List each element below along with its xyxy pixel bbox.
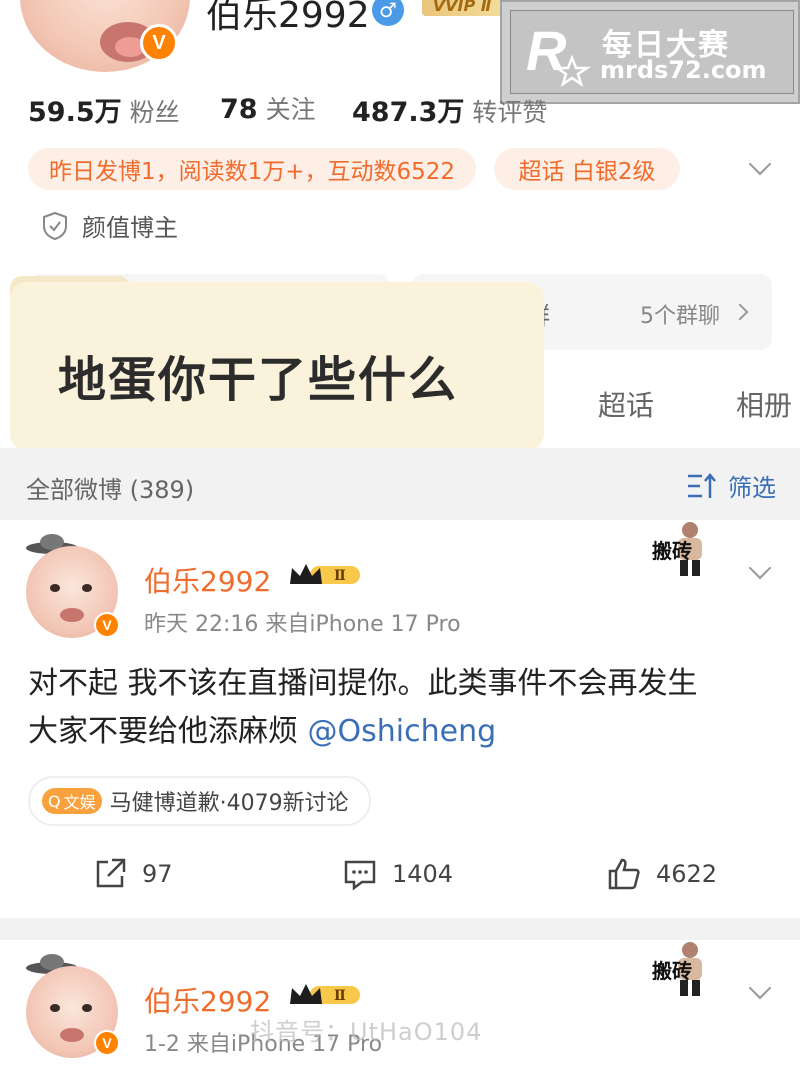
- rank-crown-icon: Ⅱ: [290, 564, 360, 584]
- filter-icon: [688, 472, 716, 498]
- profile-tag: 颜值博主: [42, 208, 178, 243]
- search-icon: Q: [48, 791, 61, 811]
- following-stat[interactable]: 78 关注: [220, 90, 316, 126]
- verified-icon: V: [94, 612, 120, 638]
- topic-category-label: 文娱: [63, 793, 96, 812]
- filter-button[interactable]: 筛选: [686, 468, 776, 503]
- faint-watermark: 抖音号：UtHaO104: [250, 1018, 483, 1046]
- like-button[interactable]: 4622: [606, 856, 717, 892]
- tag-label: 颜值博主: [82, 214, 178, 242]
- repost-button[interactable]: 97: [92, 856, 173, 892]
- verified-icon: V: [140, 24, 178, 62]
- post-author[interactable]: 伯乐2992: [144, 560, 271, 600]
- thumbs-up-icon: [608, 858, 640, 890]
- meme-sticker: 搬砖: [652, 522, 702, 576]
- male-icon: ♂: [372, 0, 404, 26]
- group-chat-count: 5个群聊: [640, 304, 720, 329]
- tab-album[interactable]: 相册: [736, 384, 792, 424]
- filter-label: 筛选: [728, 474, 776, 502]
- all-posts-label: 全部微博 (389): [26, 476, 195, 504]
- comment-count: 1404: [392, 860, 454, 888]
- sticker-caption: 地蛋你干了些什么: [58, 352, 459, 408]
- repost-count: 97: [142, 860, 173, 888]
- activity-pill[interactable]: 昨日发博1，阅读数1万+，互动数6522: [28, 148, 476, 190]
- post-menu-chevron-icon[interactable]: [748, 976, 772, 1000]
- tab-superchat[interactable]: 超话: [598, 384, 654, 424]
- fans-label: 粉丝: [129, 98, 180, 127]
- rank-label: Ⅱ: [334, 568, 346, 584]
- shield-check-icon: [43, 211, 67, 240]
- share-icon: [96, 858, 126, 888]
- rank-label: Ⅱ: [334, 988, 346, 1004]
- rank-crown-icon: Ⅱ: [290, 984, 360, 1004]
- topic-category-badge: Q 文娱: [42, 788, 102, 814]
- avatar-eye: [82, 584, 92, 592]
- meme-label: 搬砖: [652, 959, 692, 983]
- mention-link[interactable]: @Oshicheng: [308, 714, 497, 749]
- post-body: 对不起 我不该在直播间提你。此类事件不会再发生 大家不要给他添麻烦 @Oshic…: [28, 660, 768, 756]
- avatar-mouth: [60, 608, 84, 622]
- meme-sticker: 搬砖: [652, 942, 702, 996]
- interactions-label: 转评赞: [472, 98, 548, 127]
- profile-name: 伯乐2992: [206, 0, 370, 36]
- interactions-stat[interactable]: 487.3万 转评赞: [352, 90, 547, 129]
- post-meta: 昨天 22:16 来自iPhone 17 Pro: [144, 612, 461, 637]
- verified-icon: V: [94, 1030, 120, 1056]
- topic-chip[interactable]: Q 文娱 马健博道歉·4079新讨论: [28, 776, 371, 826]
- post-separator: [0, 918, 800, 940]
- expand-chevron-icon[interactable]: [748, 152, 772, 176]
- avatar-eye: [50, 584, 60, 592]
- fans-count: 59.5万: [28, 97, 122, 128]
- avatar-eye: [82, 1004, 92, 1012]
- watermark-url: mrds72.com: [600, 56, 767, 84]
- comment-button[interactable]: 1404: [342, 856, 453, 892]
- superchat-pill[interactable]: 超话 白银2级: [494, 148, 680, 190]
- post-text-line2: 大家不要给他添麻烦 @Oshicheng: [28, 708, 768, 756]
- vip-badge[interactable]: VVIP Ⅱ: [422, 0, 502, 16]
- post-menu-chevron-icon[interactable]: [748, 556, 772, 580]
- post-text-line1: 对不起 我不该在直播间提你。此类事件不会再发生: [28, 666, 698, 701]
- avatar-mouth: [60, 1028, 84, 1042]
- comment-icon: [344, 860, 376, 891]
- like-count: 4622: [656, 860, 718, 888]
- fans-stat[interactable]: 59.5万 粉丝: [28, 90, 180, 129]
- interactions-count: 487.3万: [352, 97, 465, 128]
- topic-text: 马健博道歉·4079新讨论: [109, 791, 349, 816]
- post-text-line2-body: 大家不要给他添麻烦: [28, 714, 308, 749]
- avatar-eye: [50, 1004, 60, 1012]
- meme-label: 搬砖: [652, 539, 692, 563]
- following-count: 78: [220, 94, 258, 125]
- following-label: 关注: [265, 95, 316, 124]
- watermark-logo: R: [526, 19, 592, 87]
- svg-text:R: R: [526, 19, 567, 82]
